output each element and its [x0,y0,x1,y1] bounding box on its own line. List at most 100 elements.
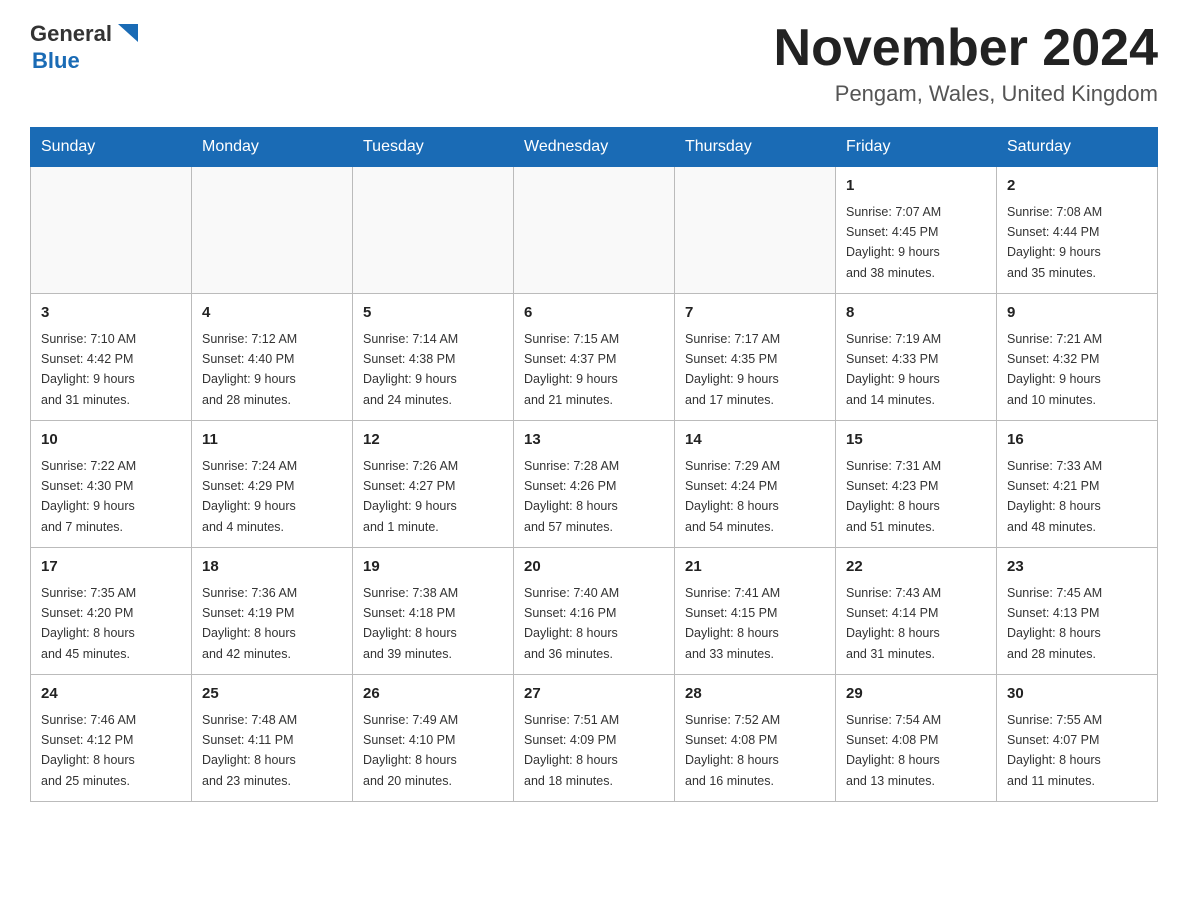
calendar-header-sunday: Sunday [31,128,192,167]
day-number: 30 [1007,683,1147,706]
calendar-day-cell: 6Sunrise: 7:15 AM Sunset: 4:37 PM Daylig… [514,294,675,421]
calendar-day-cell [31,167,192,294]
calendar-week-row: 1 Sunrise: 7:07 AM Sunset: 4:45 PM Daylig… [31,167,1158,294]
month-title: November 2024 [774,20,1158,77]
calendar-day-cell: 1 Sunrise: 7:07 AM Sunset: 4:45 PM Daylig… [836,167,997,294]
day-info: Sunrise: 7:36 AM Sunset: 4:19 PM Dayligh… [202,586,297,661]
day-info: Sunrise: 7:38 AM Sunset: 4:18 PM Dayligh… [363,586,458,661]
day-info: Sunrise: 7:52 AM Sunset: 4:08 PM Dayligh… [685,713,780,788]
calendar-day-cell: 27 Sunrise: 7:51 AM Sunset: 4:09 PM Dayli… [514,675,675,802]
day-info: Sunrise: 7:10 AM Sunset: 4:42 PM Dayligh… [41,332,136,407]
day-number: 10 [41,429,181,452]
day-number: 8 [846,302,986,325]
calendar-day-cell: 19 Sunrise: 7:38 AM Sunset: 4:18 PM Dayli… [353,548,514,675]
calendar-day-cell [353,167,514,294]
day-info: Sunrise: 7:51 AM Sunset: 4:09 PM Dayligh… [524,713,619,788]
day-info: Sunrise: 7:49 AM Sunset: 4:10 PM Dayligh… [363,713,458,788]
calendar-header-saturday: Saturday [997,128,1158,167]
day-info: Sunrise: 7:29 AM Sunset: 4:24 PM Dayligh… [685,459,780,534]
calendar-day-cell [192,167,353,294]
day-info: Sunrise: 7:26 AM Sunset: 4:27 PM Dayligh… [363,459,458,534]
day-number: 21 [685,556,825,579]
calendar-day-cell: 4 Sunrise: 7:12 AM Sunset: 4:40 PM Daylig… [192,294,353,421]
calendar-day-cell: 3 Sunrise: 7:10 AM Sunset: 4:42 PM Daylig… [31,294,192,421]
day-number: 14 [685,429,825,452]
day-number: 15 [846,429,986,452]
title-section: November 2024 Pengam, Wales, United King… [774,20,1158,107]
calendar-header-friday: Friday [836,128,997,167]
day-number: 29 [846,683,986,706]
day-number: 5 [363,302,503,325]
calendar-day-cell: 24 Sunrise: 7:46 AM Sunset: 4:12 PM Dayli… [31,675,192,802]
day-info: Sunrise: 7:22 AM Sunset: 4:30 PM Dayligh… [41,459,136,534]
calendar-day-cell: 5 Sunrise: 7:14 AM Sunset: 4:38 PM Daylig… [353,294,514,421]
day-info: Sunrise: 7:21 AM Sunset: 4:32 PM Dayligh… [1007,332,1102,407]
day-info: Sunrise: 7:33 AM Sunset: 4:21 PM Dayligh… [1007,459,1102,534]
calendar-day-cell: 16 Sunrise: 7:33 AM Sunset: 4:21 PM Dayli… [997,421,1158,548]
calendar-header-tuesday: Tuesday [353,128,514,167]
day-number: 1 [846,175,986,198]
page-header: General Blue November 2024 Pengam, Wales… [30,20,1158,107]
calendar-day-cell: 17 Sunrise: 7:35 AM Sunset: 4:20 PM Dayli… [31,548,192,675]
location-title: Pengam, Wales, United Kingdom [774,81,1158,107]
calendar-day-cell: 8 Sunrise: 7:19 AM Sunset: 4:33 PM Daylig… [836,294,997,421]
day-info: Sunrise: 7:43 AM Sunset: 4:14 PM Dayligh… [846,586,941,661]
day-number: 24 [41,683,181,706]
day-info: Sunrise: 7:07 AM Sunset: 4:45 PM Dayligh… [846,205,941,280]
day-info: Sunrise: 7:35 AM Sunset: 4:20 PM Dayligh… [41,586,136,661]
day-info: Sunrise: 7:14 AM Sunset: 4:38 PM Dayligh… [363,332,458,407]
day-number: 6 [524,302,664,325]
day-number: 3 [41,302,181,325]
day-number: 27 [524,683,664,706]
day-info: Sunrise: 7:12 AM Sunset: 4:40 PM Dayligh… [202,332,297,407]
logo-text-blue: Blue [32,48,80,74]
day-number: 2 [1007,175,1147,198]
calendar-week-row: 17 Sunrise: 7:35 AM Sunset: 4:20 PM Dayli… [31,548,1158,675]
calendar-header-thursday: Thursday [675,128,836,167]
day-number: 19 [363,556,503,579]
calendar-day-cell: 15Sunrise: 7:31 AM Sunset: 4:23 PM Dayli… [836,421,997,548]
calendar-day-cell: 18Sunrise: 7:36 AM Sunset: 4:19 PM Dayli… [192,548,353,675]
calendar-header-row: SundayMondayTuesdayWednesdayThursdayFrid… [31,128,1158,167]
day-info: Sunrise: 7:41 AM Sunset: 4:15 PM Dayligh… [685,586,780,661]
day-info: Sunrise: 7:19 AM Sunset: 4:33 PM Dayligh… [846,332,941,407]
day-info: Sunrise: 7:46 AM Sunset: 4:12 PM Dayligh… [41,713,136,788]
day-info: Sunrise: 7:55 AM Sunset: 4:07 PM Dayligh… [1007,713,1102,788]
calendar-day-cell: 20 Sunrise: 7:40 AM Sunset: 4:16 PM Dayli… [514,548,675,675]
calendar-week-row: 3 Sunrise: 7:10 AM Sunset: 4:42 PM Daylig… [31,294,1158,421]
day-info: Sunrise: 7:54 AM Sunset: 4:08 PM Dayligh… [846,713,941,788]
day-number: 17 [41,556,181,579]
day-number: 9 [1007,302,1147,325]
calendar-day-cell: 10 Sunrise: 7:22 AM Sunset: 4:30 PM Dayli… [31,421,192,548]
logo-triangle-icon [114,20,142,48]
day-info: Sunrise: 7:17 AM Sunset: 4:35 PM Dayligh… [685,332,780,407]
calendar-day-cell: 26 Sunrise: 7:49 AM Sunset: 4:10 PM Dayli… [353,675,514,802]
calendar-day-cell: 25Sunrise: 7:48 AM Sunset: 4:11 PM Dayli… [192,675,353,802]
day-info: Sunrise: 7:40 AM Sunset: 4:16 PM Dayligh… [524,586,619,661]
day-number: 13 [524,429,664,452]
day-number: 12 [363,429,503,452]
calendar-day-cell: 22Sunrise: 7:43 AM Sunset: 4:14 PM Dayli… [836,548,997,675]
calendar-week-row: 10 Sunrise: 7:22 AM Sunset: 4:30 PM Dayli… [31,421,1158,548]
day-info: Sunrise: 7:08 AM Sunset: 4:44 PM Dayligh… [1007,205,1102,280]
day-number: 26 [363,683,503,706]
day-number: 11 [202,429,342,452]
day-info: Sunrise: 7:48 AM Sunset: 4:11 PM Dayligh… [202,713,297,788]
calendar-header-wednesday: Wednesday [514,128,675,167]
calendar-day-cell: 30 Sunrise: 7:55 AM Sunset: 4:07 PM Dayli… [997,675,1158,802]
day-number: 4 [202,302,342,325]
day-number: 28 [685,683,825,706]
day-number: 16 [1007,429,1147,452]
logo-text-general: General [30,21,112,47]
calendar-day-cell: 7Sunrise: 7:17 AM Sunset: 4:35 PM Daylig… [675,294,836,421]
calendar-table: SundayMondayTuesdayWednesdayThursdayFrid… [30,127,1158,802]
calendar-day-cell: 11Sunrise: 7:24 AM Sunset: 4:29 PM Dayli… [192,421,353,548]
calendar-day-cell: 12 Sunrise: 7:26 AM Sunset: 4:27 PM Dayli… [353,421,514,548]
day-number: 20 [524,556,664,579]
calendar-day-cell: 28 Sunrise: 7:52 AM Sunset: 4:08 PM Dayli… [675,675,836,802]
day-info: Sunrise: 7:28 AM Sunset: 4:26 PM Dayligh… [524,459,619,534]
calendar-day-cell: 13 Sunrise: 7:28 AM Sunset: 4:26 PM Dayli… [514,421,675,548]
calendar-day-cell: 14 Sunrise: 7:29 AM Sunset: 4:24 PM Dayli… [675,421,836,548]
day-info: Sunrise: 7:45 AM Sunset: 4:13 PM Dayligh… [1007,586,1102,661]
calendar-day-cell: 23Sunrise: 7:45 AM Sunset: 4:13 PM Dayli… [997,548,1158,675]
